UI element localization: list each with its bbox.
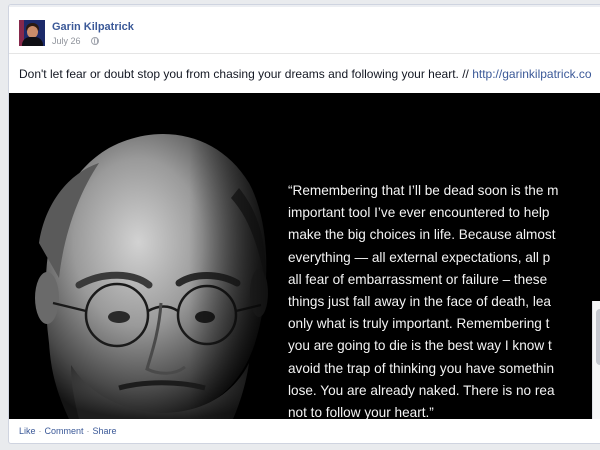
post-link[interactable]: http://garinkilpatrick.co bbox=[472, 67, 591, 81]
post-photo[interactable]: “Remembering that I’ll be dead soon is t… bbox=[9, 93, 600, 419]
post-top-border bbox=[9, 5, 600, 7]
post-meta: July 26 bbox=[52, 36, 99, 46]
post-message: Don't let fear or doubt stop you from ch… bbox=[19, 67, 469, 81]
post-actions: Like · Comment · Share bbox=[19, 426, 117, 436]
quote-text: “Remembering that I’ll be dead soon is t… bbox=[288, 180, 600, 419]
header-divider bbox=[9, 53, 600, 54]
quote-line: “Remembering that I’ll be dead soon is t… bbox=[288, 183, 559, 198]
scrollbar-thumb[interactable] bbox=[596, 309, 600, 365]
post-timestamp[interactable]: July 26 bbox=[52, 36, 81, 46]
action-separator: · bbox=[38, 426, 42, 436]
quote-line: you are going to die is the best way I k… bbox=[288, 338, 552, 354]
quote-line: all fear of embarrassment or failure – t… bbox=[288, 271, 548, 287]
comment-link[interactable]: Comment bbox=[45, 426, 84, 436]
quote-line: important tool I’ve ever encountered to … bbox=[288, 205, 550, 221]
globe-icon[interactable] bbox=[90, 37, 99, 45]
quote-line: make the big choices in life. Because al… bbox=[288, 227, 556, 243]
quote-line: only what is truly important. Rememberin… bbox=[288, 316, 550, 332]
news-feed-post: Garin Kilpatrick July 26 Don't let fear … bbox=[8, 4, 600, 444]
quote-line: not to follow your heart.” bbox=[288, 404, 434, 419]
quote-line: everything — all external expectations, … bbox=[288, 249, 551, 265]
action-separator: · bbox=[86, 426, 90, 436]
quote-line: things just fall away in the face of dea… bbox=[288, 293, 551, 309]
quote-line: lose. You are already naked. There is no… bbox=[288, 382, 555, 398]
like-link[interactable]: Like bbox=[19, 426, 36, 436]
post-author-name[interactable]: Garin Kilpatrick bbox=[52, 21, 134, 33]
post-status-text: Don't let fear or doubt stop you from ch… bbox=[19, 67, 600, 81]
quote-line: avoid the trap of thinking you have some… bbox=[288, 360, 555, 376]
share-link[interactable]: Share bbox=[93, 426, 117, 436]
avatar[interactable] bbox=[19, 20, 45, 46]
scrollbar[interactable] bbox=[592, 301, 600, 419]
